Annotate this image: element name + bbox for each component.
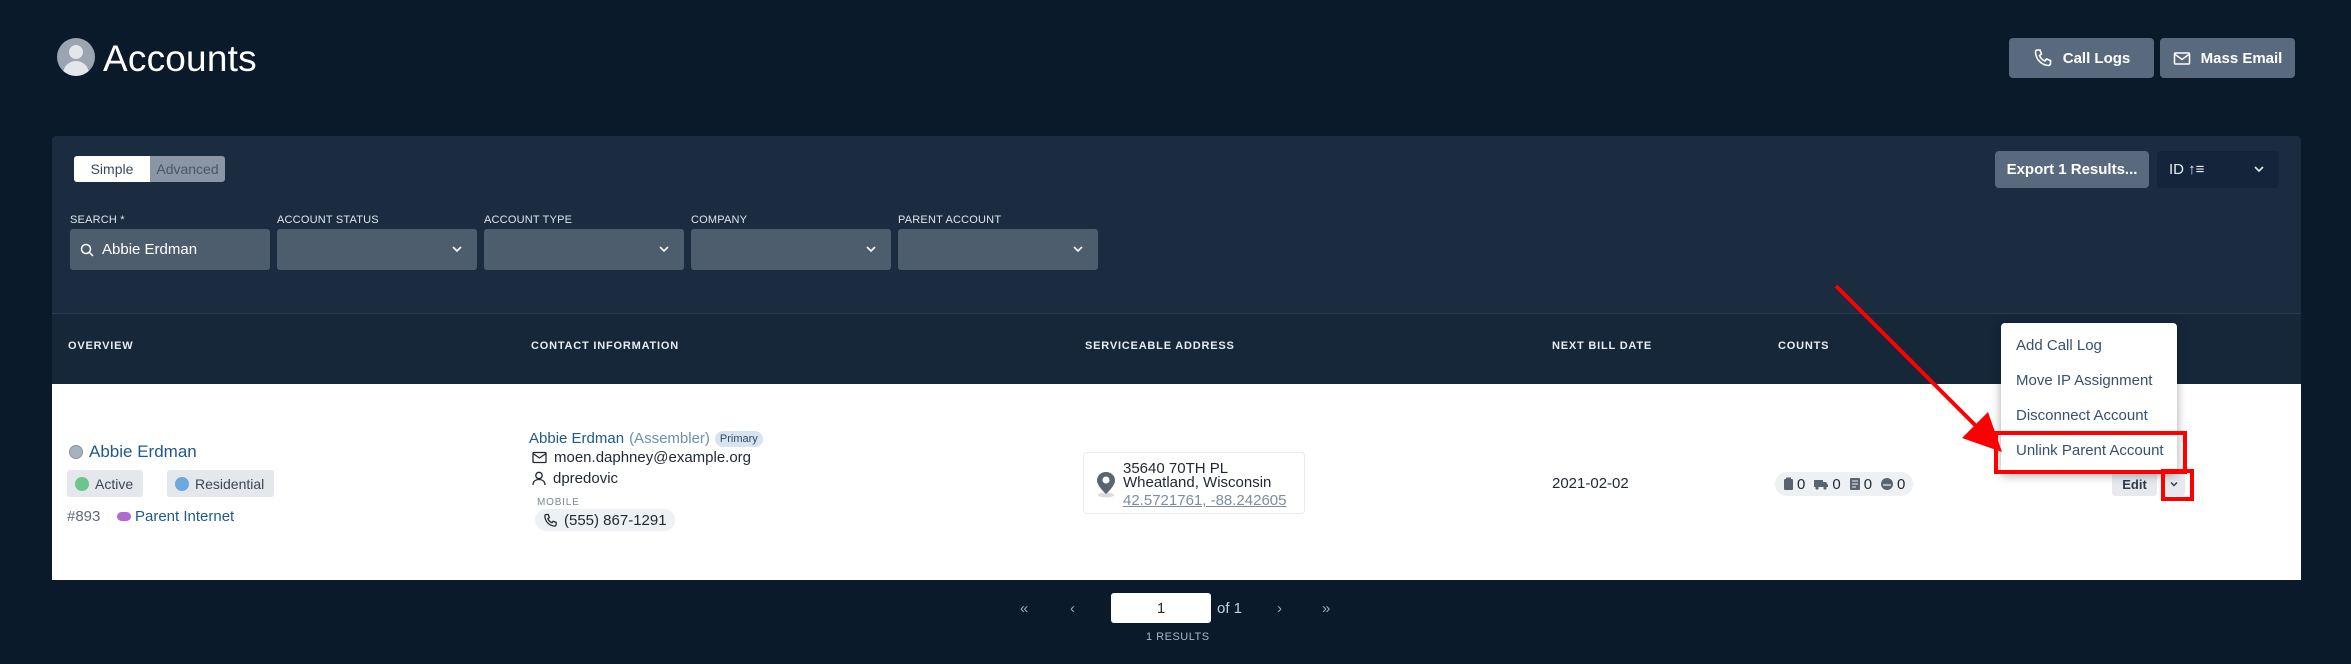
contact-name-link[interactable]: Abbie Erdman (Assembler) Primary (529, 430, 763, 447)
map-pin-icon (1097, 472, 1115, 498)
contact-email[interactable]: moen.daphney@example.org (532, 449, 751, 466)
menu-item-move-ip-assignment[interactable]: Move IP Assignment (2016, 372, 2152, 389)
count-documents: 0 (1849, 476, 1872, 493)
chevron-down-icon (1073, 246, 1083, 253)
account-type-select[interactable] (484, 229, 684, 270)
account-status-select[interactable] (277, 229, 477, 270)
company-select[interactable] (691, 229, 891, 270)
page-total: of 1 (1217, 600, 1243, 617)
next-page-button[interactable]: › (1277, 600, 1282, 617)
column-header-overview: OVERVIEW (68, 340, 134, 352)
contact-role: (Assembler) (629, 430, 710, 447)
status-dot (75, 476, 89, 491)
menu-item-disconnect-account[interactable]: Disconnect Account (2016, 407, 2148, 424)
menu-item-add-call-log[interactable]: Add Call Log (2016, 337, 2102, 354)
count-devices: 0 (1880, 476, 1905, 493)
search-input[interactable]: Abbie Erdman (70, 229, 270, 270)
status-label: Active (95, 475, 134, 492)
count-equipment: 0 (1813, 476, 1841, 493)
chevron-down-icon (866, 246, 876, 253)
router-icon (1881, 478, 1894, 490)
phone-value: (555) 867-1291 (564, 511, 667, 529)
coordinates-link[interactable]: 42.5721761, -88.242605 (1123, 492, 1286, 509)
page-number-input[interactable]: 1 (1111, 593, 1211, 623)
type-label: Residential (195, 475, 265, 492)
account-id: #893 (67, 508, 101, 525)
parent-account-link[interactable]: Parent Internet (117, 508, 234, 525)
primary-badge: Primary (714, 430, 763, 447)
results-count: 1 RESULTS (1146, 631, 1210, 643)
parent-indicator-icon (117, 512, 131, 521)
first-page-button[interactable]: « (1020, 600, 1028, 617)
account-status-icon (69, 445, 83, 459)
chevron-down-icon (2254, 166, 2264, 173)
count-tickets: 0 (1783, 476, 1805, 493)
document-icon (1849, 478, 1860, 490)
export-results-button[interactable]: Export 1 Results... (1995, 151, 2149, 188)
call-logs-button[interactable]: Call Logs (2009, 38, 2154, 78)
parent-account-name: Parent Internet (135, 508, 235, 525)
envelope-icon (532, 451, 547, 464)
column-header-address: SERVICEABLE ADDRESS (1085, 340, 1235, 352)
mass-email-button[interactable]: Mass Email (2160, 38, 2295, 78)
chevron-down-icon (659, 246, 669, 253)
parent-account-select[interactable] (898, 229, 1098, 270)
account-type-label: ACCOUNT TYPE (484, 214, 573, 226)
clipboard-icon (1784, 477, 1793, 490)
mass-email-label: Mass Email (2200, 49, 2283, 67)
company-label: COMPANY (691, 214, 748, 226)
account-status-label: ACCOUNT STATUS (277, 214, 379, 226)
phone-icon (544, 513, 557, 527)
simple-mode-tab[interactable]: Simple (74, 156, 150, 182)
phone-icon (2034, 49, 2052, 67)
username-value: dpredovic (553, 470, 619, 487)
sort-select[interactable]: ID ↑≡ (2157, 151, 2279, 188)
sort-label: ID ↑≡ (2169, 161, 2205, 178)
email-value: moen.daphney@example.org (554, 449, 752, 466)
annotation-arrow (1834, 284, 2002, 452)
phone-type-label: MOBILE (537, 497, 580, 508)
contact-username: dpredovic (532, 470, 618, 487)
search-value: Abbie Erdman (102, 241, 198, 258)
address-line-2: Wheatland, Wisconsin (1123, 474, 1272, 491)
contact-name: Abbie Erdman (529, 430, 625, 447)
account-avatar-icon (57, 38, 95, 76)
status-badge: Active (67, 470, 144, 497)
parent-account-label: PARENT ACCOUNT (898, 214, 1002, 226)
search-icon (80, 243, 94, 257)
next-bill-date: 2021-02-02 (1552, 475, 1629, 492)
counts-pill: 0 0 0 0 (1775, 472, 1914, 496)
chevron-down-icon (452, 246, 462, 253)
account-name-link[interactable]: Abbie Erdman (89, 442, 197, 462)
type-dot (175, 476, 189, 491)
column-header-next-bill-date: NEXT BILL DATE (1552, 340, 1653, 352)
column-header-contact: CONTACT INFORMATION (531, 340, 679, 352)
user-icon (532, 471, 546, 486)
phone-number[interactable]: (555) 867-1291 (535, 509, 675, 531)
search-mode-toggle: Simple Advanced (74, 156, 225, 182)
truck-icon (1814, 480, 1829, 490)
advanced-mode-tab[interactable]: Advanced (150, 156, 225, 182)
last-page-button[interactable]: » (1322, 600, 1330, 617)
page-title: Accounts (103, 38, 257, 79)
previous-page-button[interactable]: ‹ (1070, 600, 1075, 617)
search-label: SEARCH * (70, 214, 125, 226)
type-badge: Residential (167, 470, 275, 497)
call-logs-label: Call Logs (2062, 49, 2131, 67)
edit-button[interactable]: Edit (2112, 472, 2157, 496)
column-header-counts: COUNTS (1778, 340, 1830, 352)
envelope-icon (2173, 52, 2190, 65)
annotation-highlight-unlink (1994, 431, 2187, 474)
annotation-highlight-dropdown (2161, 469, 2194, 501)
